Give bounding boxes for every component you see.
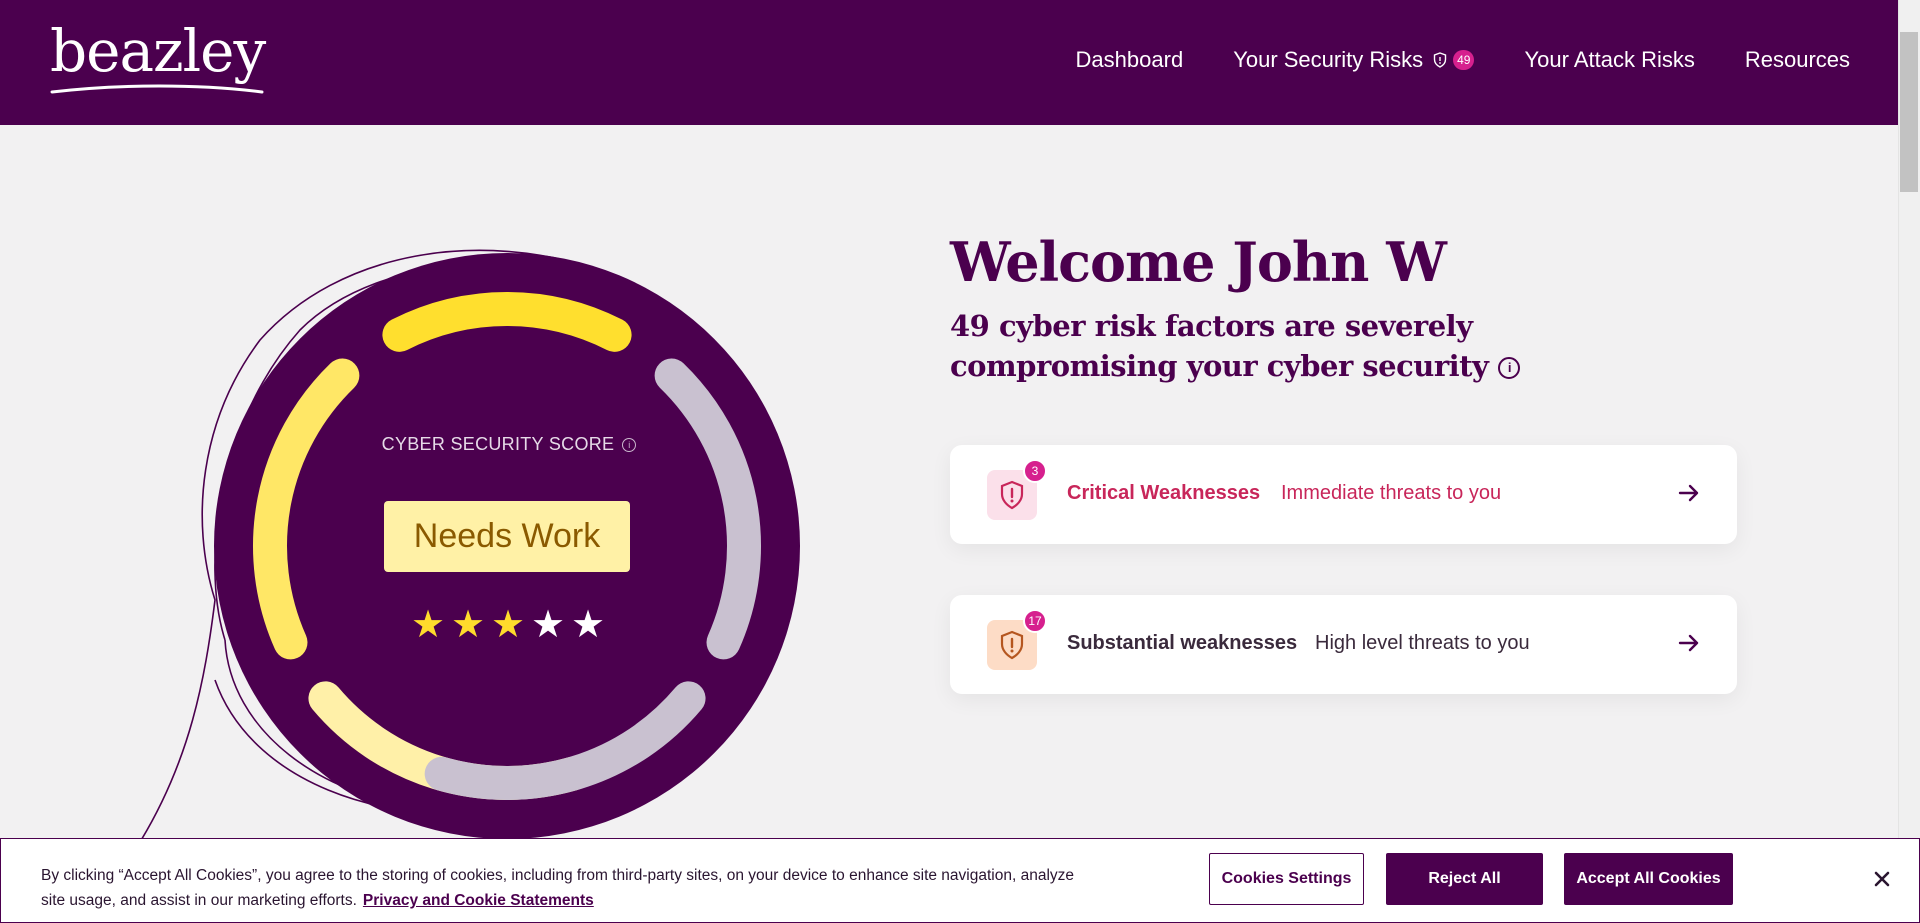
- card-description: High level threats to you: [1315, 632, 1530, 654]
- top-header: beazley Dashboard Your Security Risks 49…: [0, 0, 1898, 125]
- score-label-text: CYBER SECURITY SCORE: [381, 434, 615, 454]
- close-icon[interactable]: [1867, 864, 1897, 894]
- cookie-consent-text: By clicking “Accept All Cookies”, you ag…: [41, 863, 1081, 913]
- main-nav: Dashboard Your Security Risks 49 Your At…: [1026, 47, 1850, 73]
- count-badge: 17: [1023, 609, 1047, 633]
- accept-all-cookies-button[interactable]: Accept All Cookies: [1564, 853, 1733, 905]
- scrollbar-thumb[interactable]: [1900, 32, 1918, 192]
- arrow-right-icon: [1678, 634, 1699, 652]
- nav-resources-label: Resources: [1744, 47, 1850, 72]
- security-risks-count-badge: 49: [1453, 50, 1475, 70]
- cookie-banner: By clicking “Accept All Cookies”, you ag…: [0, 838, 1920, 923]
- card-description: Immediate threats to you: [1281, 482, 1502, 504]
- nav-dashboard[interactable]: Dashboard: [1076, 47, 1184, 73]
- nav-dashboard-label: Dashboard: [1075, 47, 1184, 72]
- nav-attack-risks[interactable]: Your Attack Risks: [1524, 47, 1694, 73]
- info-icon[interactable]: i: [622, 437, 637, 452]
- score-label: CYBER SECURITY SCORE i: [368, 434, 650, 455]
- logo-swoosh: [50, 84, 264, 94]
- nav-resources[interactable]: Resources: [1745, 47, 1850, 73]
- shield-icon: [1433, 52, 1447, 68]
- nav-security-risks-label: Your Security Risks: [1233, 47, 1424, 72]
- nav-attack-risks-label: Your Attack Risks: [1524, 47, 1695, 72]
- substantial-weaknesses-card[interactable]: 17 Substantial weaknesses High level thr…: [950, 595, 1737, 694]
- nav-security-risks[interactable]: Your Security Risks 49: [1233, 47, 1475, 73]
- welcome-title: Welcome John W: [950, 230, 1447, 294]
- count-badge: 3: [1023, 459, 1047, 483]
- card-title: Critical Weaknesses: [1067, 482, 1261, 504]
- star-icon: ★: [410, 604, 446, 646]
- welcome-subtitle-text: 49 cyber risk factors are severely compr…: [950, 309, 1489, 383]
- beazley-logo[interactable]: beazley: [50, 22, 266, 80]
- privacy-cookie-link[interactable]: Privacy and Cookie Statements: [363, 892, 594, 909]
- star-rating: ★ ★ ★ ★ ★: [408, 606, 608, 644]
- star-icon: ★: [490, 604, 526, 646]
- info-icon[interactable]: i: [1498, 357, 1521, 379]
- welcome-subtitle: 49 cyber risk factors are severely compr…: [950, 306, 1690, 386]
- arrow-right-icon: [1678, 484, 1699, 502]
- star-icon: ★: [450, 604, 486, 646]
- star-icon: ★: [570, 604, 606, 646]
- cookies-settings-button[interactable]: Cookies Settings: [1209, 853, 1364, 905]
- critical-weaknesses-card[interactable]: 3 Critical Weaknesses Immediate threats …: [950, 445, 1737, 544]
- reject-all-button[interactable]: Reject All: [1386, 853, 1543, 905]
- star-icon: ★: [530, 604, 566, 646]
- score-rating-badge: Needs Work: [384, 501, 630, 572]
- card-title: Substantial weaknesses: [1067, 632, 1298, 654]
